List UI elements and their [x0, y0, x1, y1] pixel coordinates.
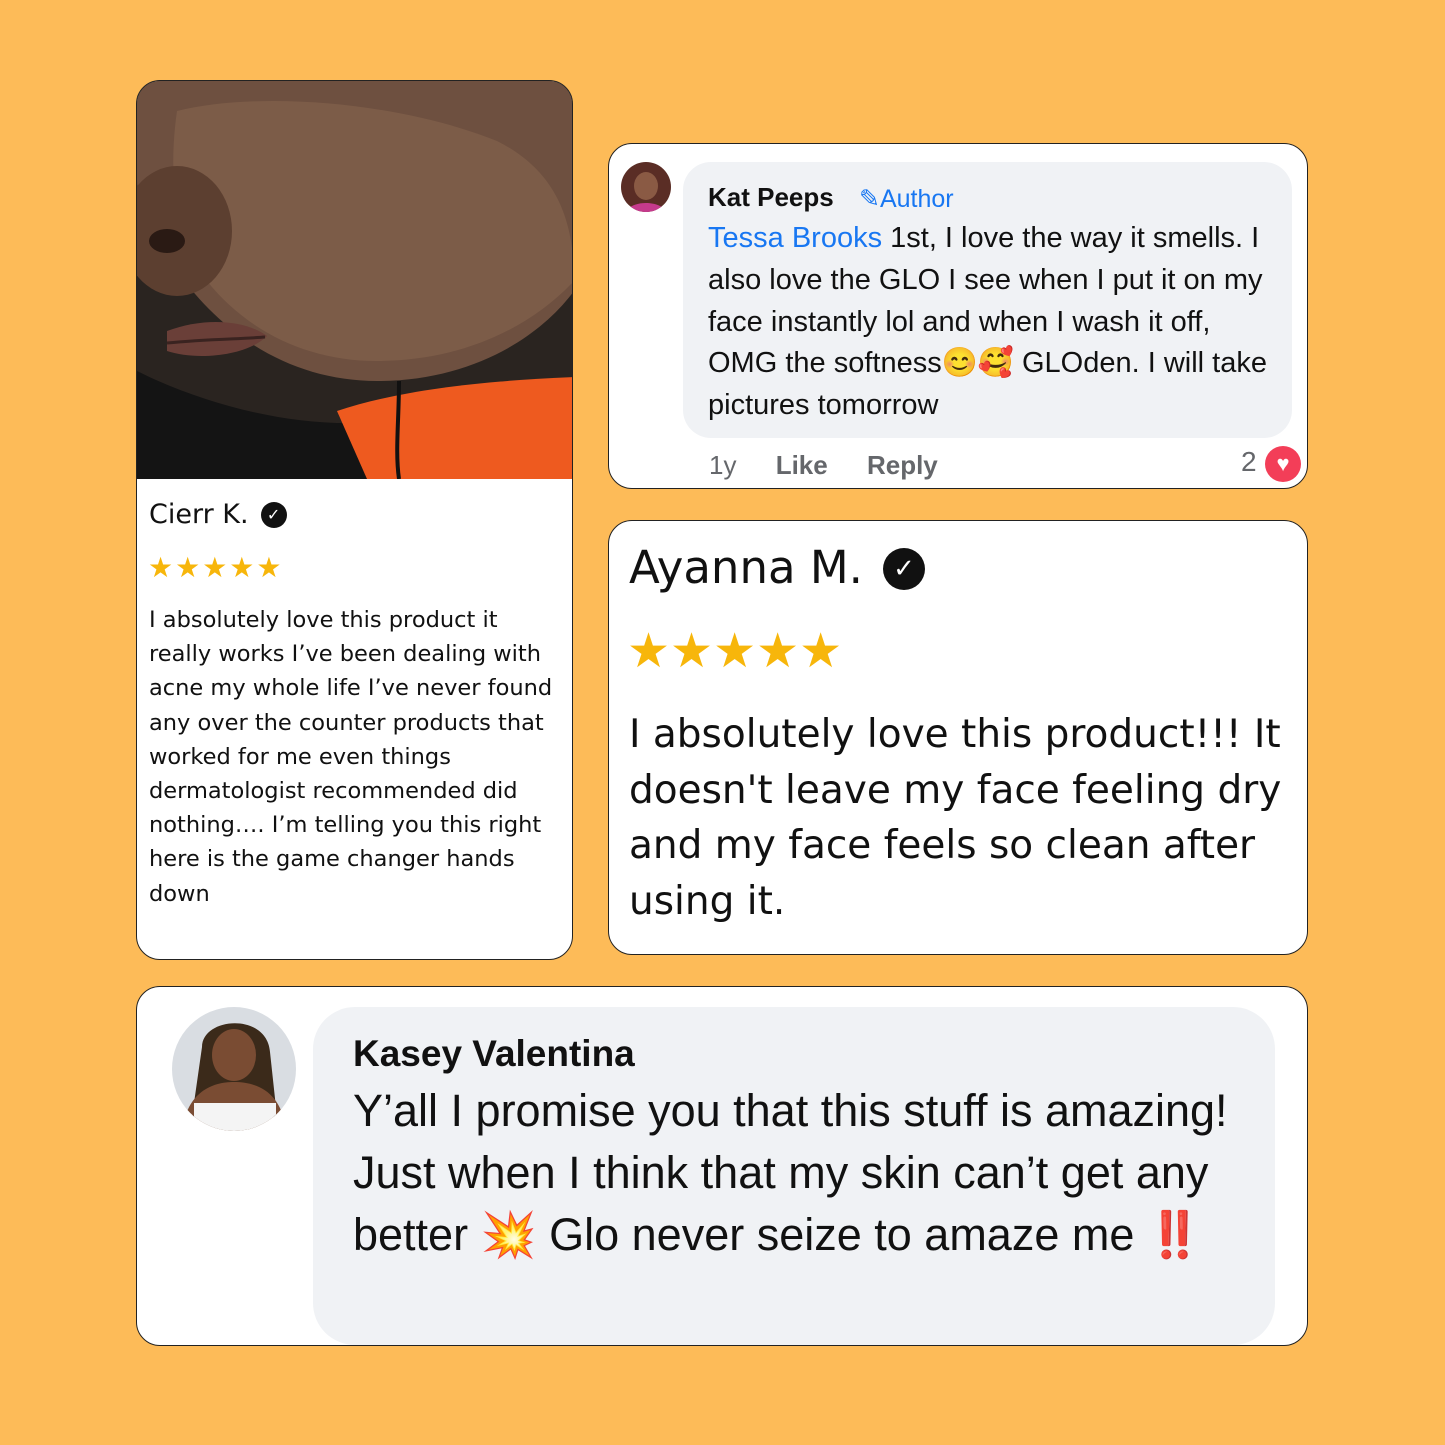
comment-card-kasey: Kasey Valentina Y’all I promise you that… — [136, 986, 1308, 1346]
collision-emoji-icon: 💥 — [480, 1208, 537, 1261]
reply-button[interactable]: Reply — [867, 450, 938, 480]
face-photo-illustration — [137, 81, 572, 479]
review-card-ayanna: Ayanna M. ✓ ★★★★★ I absolutely love this … — [608, 520, 1308, 955]
like-button[interactable]: Like — [776, 450, 828, 480]
avatar — [172, 1007, 296, 1131]
review-text: I absolutely love this product it really… — [149, 607, 553, 907]
commenter-name[interactable]: Kat Peeps — [708, 182, 834, 213]
mention-link[interactable]: Tessa Brooks — [708, 222, 882, 254]
avatar — [621, 162, 671, 212]
comment-bubble: Kat Peeps ✎Author Tessa Brooks 1st, I lo… — [683, 162, 1292, 438]
heart-icon[interactable]: ♥ — [1265, 446, 1301, 482]
author-badge: ✎Author — [859, 184, 954, 213]
review-text: I absolutely love this product!!! It doe… — [629, 712, 1282, 924]
review-card-cierr: Cierr K. ✓ ★★★★★ I absolutely love this p… — [136, 80, 573, 960]
comment-card-kat: Kat Peeps ✎Author Tessa Brooks 1st, I lo… — [608, 143, 1308, 489]
timestamp: 1y — [709, 450, 737, 480]
pencil-icon: ✎ — [859, 184, 880, 213]
comment-bubble: Kasey Valentina Y’all I promise you that… — [313, 1007, 1275, 1345]
review-photo — [137, 81, 572, 479]
double-exclamation-icon: ‼️ — [1146, 1208, 1203, 1261]
comment-text: Y’all I promise you that this stuff is a… — [353, 1085, 1228, 1261]
reaction-count[interactable]: 2 — [1241, 446, 1257, 478]
comment-text: Tessa Brooks 1st, I love the way it smel… — [708, 222, 1267, 422]
star-rating: ★★★★★ — [148, 552, 284, 583]
reviewer-name: Cierr K. ✓ — [149, 499, 287, 530]
commenter-name[interactable]: Kasey Valentina — [353, 1033, 635, 1075]
reviewer-name: Ayanna M. ✓ — [629, 541, 925, 594]
comment-actions: 1y Like Reply — [709, 450, 970, 481]
verified-check-icon: ✓ — [260, 502, 287, 528]
star-rating: ★★★★★ — [627, 625, 843, 678]
verified-check-icon: ✓ — [883, 548, 925, 590]
